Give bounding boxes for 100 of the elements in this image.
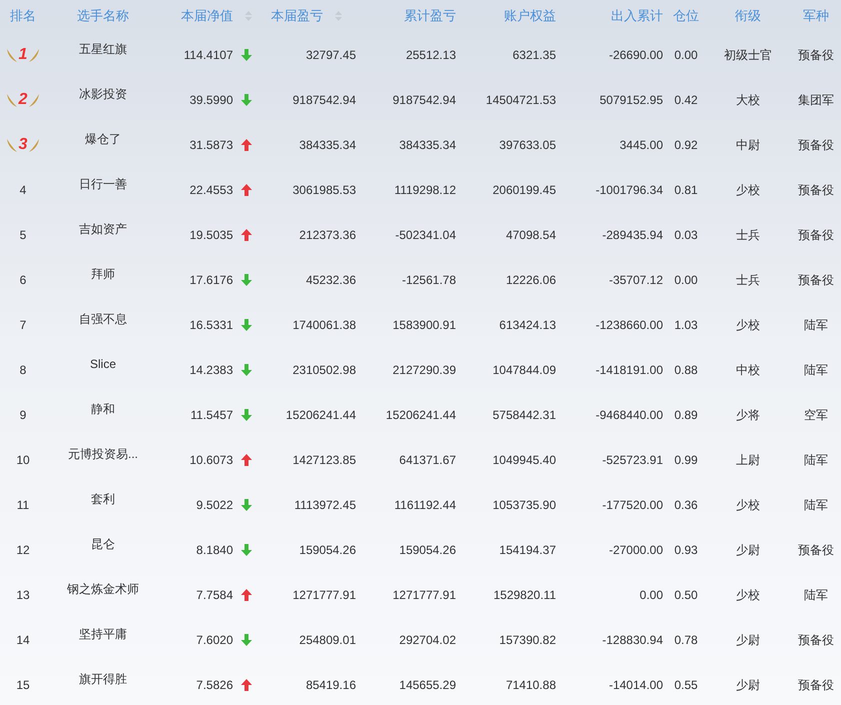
column-header: 出入累计 bbox=[611, 7, 663, 26]
table-cell-text: -9468440.00 bbox=[596, 406, 663, 424]
table-cell-text: 陆军 bbox=[804, 362, 828, 378]
table-cell-text: 15206241.44 bbox=[386, 406, 456, 424]
table-cell-text: -12561.78 bbox=[402, 272, 456, 288]
rank-number: 8 bbox=[20, 362, 26, 378]
table-cell-text: 12226.06 bbox=[506, 272, 556, 288]
player-name[interactable]: 钢之炼金术师 bbox=[67, 580, 139, 598]
rank-number: 9 bbox=[20, 406, 26, 424]
table-cell-text: -502341.04 bbox=[395, 226, 456, 244]
table-cell-text: 预备役 bbox=[798, 676, 834, 694]
table-cell-text: 22.4553 bbox=[190, 182, 233, 198]
table-cell-text: 少校 bbox=[736, 316, 760, 334]
table-cell-text: 5079152.95 bbox=[600, 92, 663, 108]
table-cell-text: 集团军 bbox=[798, 92, 834, 108]
table-cell-text: 0.00 bbox=[674, 272, 698, 288]
table-cell-text: 254809.01 bbox=[299, 632, 356, 648]
table-cell-text: 159054.26 bbox=[299, 542, 356, 558]
table-cell-text: 陆军 bbox=[804, 316, 828, 334]
table-cell-text: 25512.13 bbox=[406, 46, 456, 64]
table-cell-text: 预备役 bbox=[798, 136, 834, 154]
player-name[interactable]: Slice bbox=[90, 354, 116, 372]
table-cell-text: 0.92 bbox=[674, 136, 698, 154]
table-cell-text: 7.5826 bbox=[196, 676, 233, 694]
player-name[interactable]: 元博投资易... bbox=[68, 444, 138, 462]
table-cell-text: 0.88 bbox=[674, 362, 698, 378]
table-cell-text: 0.99 bbox=[674, 452, 698, 468]
table-cell-text: 预备役 bbox=[798, 182, 834, 198]
rank-number: 4 bbox=[20, 182, 26, 198]
table-cell-text: 14504721.53 bbox=[486, 92, 556, 108]
table-cell-text: 2310502.98 bbox=[292, 362, 356, 378]
table-cell-text: -1418191.00 bbox=[596, 362, 663, 378]
rank-number: 5 bbox=[20, 226, 26, 244]
table-cell-text: 少尉 bbox=[736, 632, 760, 648]
table-cell-text: 0.50 bbox=[674, 586, 698, 604]
table-cell-text: 预备役 bbox=[798, 542, 834, 558]
table-cell-text: 0.00 bbox=[674, 46, 698, 64]
player-name[interactable]: 坚持平庸 bbox=[79, 624, 127, 642]
table-cell-text: 212373.36 bbox=[299, 226, 356, 244]
medal-badge: 1 bbox=[6, 42, 40, 66]
rank-number: 10 bbox=[16, 452, 30, 468]
rank-number: 12 bbox=[16, 542, 30, 558]
player-name[interactable]: 拜师 bbox=[91, 264, 115, 282]
table-cell-text: 114.4107 bbox=[184, 46, 233, 64]
table-cell-text: 7.7584 bbox=[196, 586, 233, 604]
table-cell-text: 1271777.91 bbox=[292, 586, 356, 604]
table-cell-text: 157390.82 bbox=[499, 632, 556, 648]
table-cell-text: 1427123.85 bbox=[292, 452, 356, 468]
table-cell-text: 384335.34 bbox=[299, 136, 356, 154]
player-name[interactable]: 自强不息 bbox=[79, 310, 127, 328]
table-cell-text: 8.1840 bbox=[196, 542, 233, 558]
rank-number: 13 bbox=[16, 586, 30, 604]
column-header: 选手名称 bbox=[77, 7, 129, 26]
table-cell-text: 陆军 bbox=[804, 586, 828, 604]
table-cell-text: 1049945.40 bbox=[492, 452, 556, 468]
column-header: 账户权益 bbox=[504, 7, 556, 26]
table-cell-text: 47098.54 bbox=[506, 226, 556, 244]
table-cell-text: 613424.13 bbox=[499, 316, 556, 334]
column-header: 仓位 bbox=[673, 7, 699, 26]
rank-number: 14 bbox=[16, 632, 30, 648]
table-cell-text: 6321.35 bbox=[512, 46, 556, 64]
table-cell-text: 159054.26 bbox=[399, 542, 456, 558]
table-cell-text: 0.89 bbox=[674, 406, 698, 424]
player-name[interactable]: 五星红旗 bbox=[79, 40, 127, 58]
table-cell-text: 397633.05 bbox=[499, 136, 556, 154]
table-cell-text: 17.6176 bbox=[190, 272, 233, 288]
table-cell-text: 85419.16 bbox=[306, 676, 356, 694]
column-header: 累计盈亏 bbox=[404, 7, 456, 26]
table-cell-text: 19.5035 bbox=[190, 226, 233, 244]
table-cell-text: 14.2383 bbox=[190, 362, 233, 378]
table-cell-text: 32797.45 bbox=[306, 46, 356, 64]
table-cell-text: -177520.00 bbox=[602, 496, 663, 514]
table-cell-text: 3445.00 bbox=[620, 136, 663, 154]
table-cell-text: 预备役 bbox=[798, 272, 834, 288]
table-cell-text: 9187542.94 bbox=[392, 92, 456, 108]
player-name[interactable]: 日行一善 bbox=[79, 174, 127, 192]
table-cell-text: 0.00 bbox=[640, 586, 663, 604]
table-cell-text: 0.78 bbox=[674, 632, 698, 648]
table-cell-text: 陆军 bbox=[804, 496, 828, 514]
player-name[interactable]: 爆仓了 bbox=[85, 130, 121, 148]
table-cell-text: 31.5873 bbox=[190, 136, 233, 154]
table-cell-text: 少校 bbox=[736, 586, 760, 604]
player-name[interactable]: 静和 bbox=[91, 400, 115, 418]
medal-badge: 2 bbox=[6, 88, 40, 112]
table-cell-text: 陆军 bbox=[804, 452, 828, 468]
player-name[interactable]: 套利 bbox=[91, 490, 115, 508]
rank-number: 11 bbox=[16, 496, 30, 514]
player-name[interactable]: 旗开得胜 bbox=[79, 670, 127, 688]
table-cell-text: 0.93 bbox=[674, 542, 698, 558]
table-cell-text: 10.6073 bbox=[190, 452, 233, 468]
table-cell-text: 1740061.38 bbox=[292, 316, 356, 334]
table-cell-text: 1161192.44 bbox=[394, 496, 456, 514]
table-cell-text: 上尉 bbox=[736, 452, 760, 468]
table-cell-text: -26690.00 bbox=[608, 46, 663, 64]
player-name[interactable]: 昆仑 bbox=[91, 534, 115, 552]
player-name[interactable]: 吉如资产 bbox=[79, 220, 127, 238]
table-cell-text: 2060199.45 bbox=[492, 182, 556, 198]
column-header: 衔级 bbox=[735, 7, 761, 26]
player-name[interactable]: 冰影投资 bbox=[79, 84, 127, 102]
table-cell-text: 3061985.53 bbox=[292, 182, 356, 198]
